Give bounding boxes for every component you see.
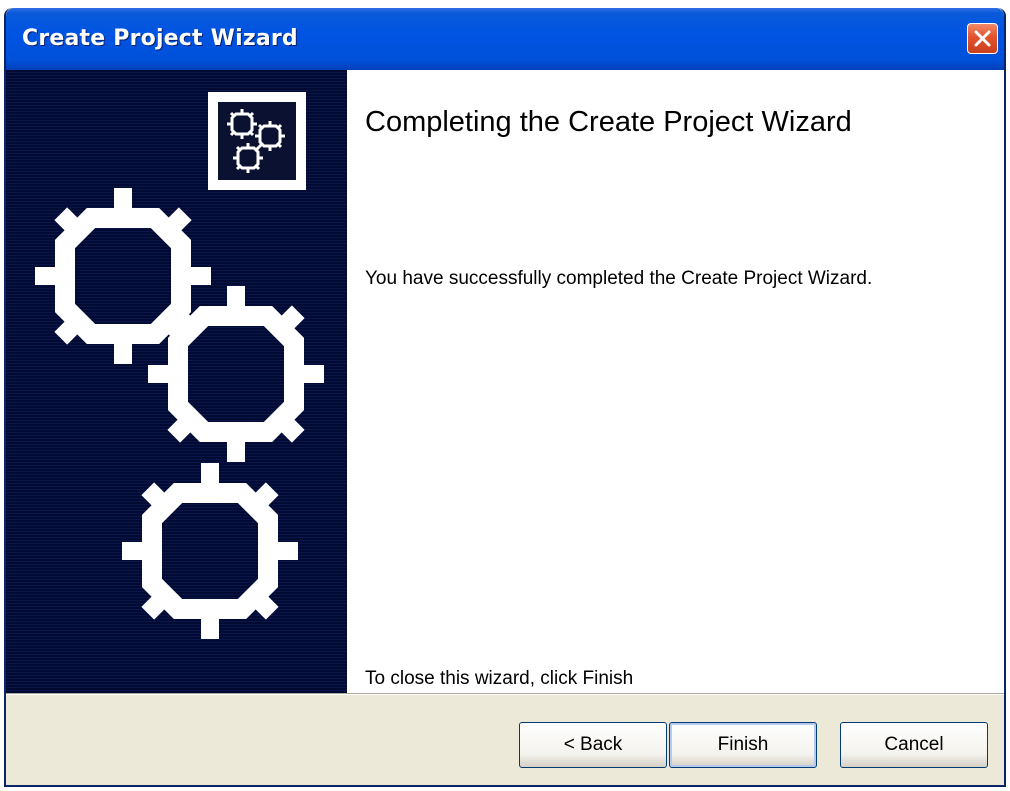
window-title: Create Project Wizard [22, 26, 298, 51]
title-bar[interactable]: Create Project Wizard [6, 8, 1004, 70]
back-button[interactable]: < Back [519, 722, 667, 768]
finish-button[interactable]: Finish [669, 722, 817, 768]
completion-message: You have successfully completed the Crea… [365, 268, 873, 289]
wizard-banner [6, 70, 347, 693]
footer-separator [6, 693, 1004, 695]
close-icon [974, 30, 991, 47]
wizard-content: Completing the Create Project Wizard You… [347, 70, 1004, 693]
gears-graphic [6, 70, 347, 693]
cancel-button[interactable]: Cancel [840, 722, 988, 768]
page-title: Completing the Create Project Wizard [365, 106, 852, 138]
close-hint-text: To close this wizard, click Finish [365, 668, 634, 689]
close-button[interactable] [967, 23, 998, 54]
wizard-window: Create Project Wizard Completing the Cre… [4, 8, 1006, 787]
